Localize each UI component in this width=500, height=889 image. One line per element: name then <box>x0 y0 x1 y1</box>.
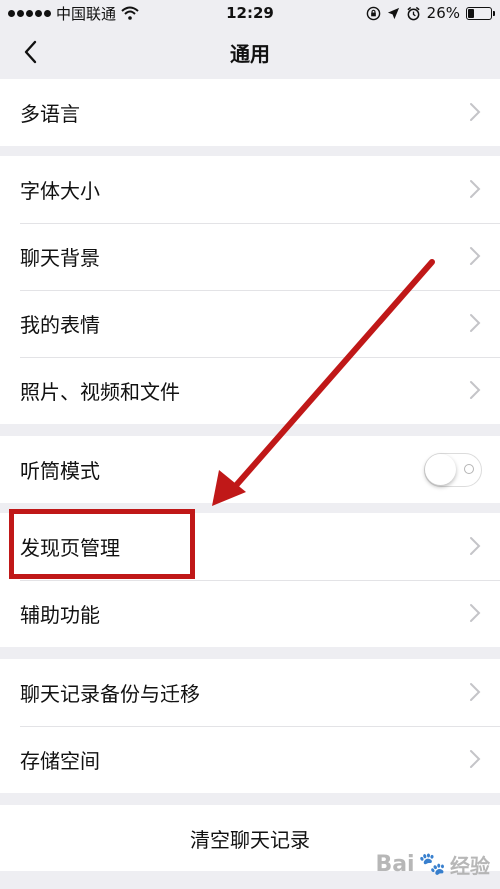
alarm-icon <box>407 6 420 20</box>
battery-icon <box>466 6 495 20</box>
settings-item-label: 我的表情 <box>20 313 100 337</box>
chevron-right-icon <box>470 683 481 701</box>
settings-item-label: 存储空间 <box>20 749 100 773</box>
chevron-right-icon <box>470 180 481 198</box>
baidu-watermark: Bai 🐾 经验 <box>375 850 490 879</box>
settings-item-font-size[interactable]: 字体大小 <box>0 156 500 223</box>
settings-item-label: 多语言 <box>20 102 80 126</box>
chevron-right-icon <box>470 537 481 555</box>
settings-group-language: 多语言 <box>0 79 500 146</box>
orientation-lock-icon <box>366 6 380 20</box>
settings-item-accessibility[interactable]: 辅助功能 <box>0 580 500 647</box>
chevron-right-icon <box>470 750 481 768</box>
toggle-knob <box>425 454 456 485</box>
settings-item-label: 聊天背景 <box>20 246 100 270</box>
settings-item-chat-backup[interactable]: 聊天记录备份与迁移 <box>0 659 500 726</box>
chevron-right-icon <box>470 381 481 399</box>
nav-bar: 通用 <box>0 26 500 78</box>
status-right: 26% <box>366 4 495 22</box>
chevron-right-icon <box>470 314 481 332</box>
settings-item-label: 照片、视频和文件 <box>20 380 180 404</box>
settings-item-label: 字体大小 <box>20 179 100 203</box>
toggle-off-icon <box>464 464 474 474</box>
chevron-right-icon <box>470 103 481 121</box>
settings-item-label: 辅助功能 <box>20 603 100 627</box>
settings-group-storage: 聊天记录备份与迁移 存储空间 <box>0 659 500 793</box>
watermark-text: 经验 <box>450 854 490 878</box>
watermark-brand: Bai <box>375 852 415 877</box>
battery-percent: 26% <box>426 4 460 22</box>
settings-item-label: 听筒模式 <box>20 459 100 483</box>
settings-group-display: 字体大小 聊天背景 我的表情 照片、视频和文件 <box>0 156 500 424</box>
location-icon <box>387 7 399 19</box>
paw-icon: 🐾 <box>418 852 446 877</box>
chevron-right-icon <box>470 604 481 622</box>
settings-item-chat-background[interactable]: 聊天背景 <box>0 223 500 290</box>
earpiece-mode-toggle[interactable] <box>424 453 482 487</box>
chevron-right-icon <box>470 247 481 265</box>
settings-item-media-files[interactable]: 照片、视频和文件 <box>0 357 500 424</box>
settings-item-my-stickers[interactable]: 我的表情 <box>0 290 500 357</box>
settings-item-label: 聊天记录备份与迁移 <box>20 682 200 706</box>
status-bar: 中国联通 12:29 26% <box>0 0 500 26</box>
settings-group-earpiece: 听筒模式 <box>0 436 500 503</box>
settings-item-language[interactable]: 多语言 <box>0 79 500 146</box>
settings-item-earpiece-mode: 听筒模式 <box>0 436 500 503</box>
annotation-highlight-box <box>9 509 195 579</box>
chevron-left-icon[interactable] <box>18 38 46 66</box>
page-title: 通用 <box>230 41 270 66</box>
settings-item-storage-space[interactable]: 存储空间 <box>0 726 500 793</box>
